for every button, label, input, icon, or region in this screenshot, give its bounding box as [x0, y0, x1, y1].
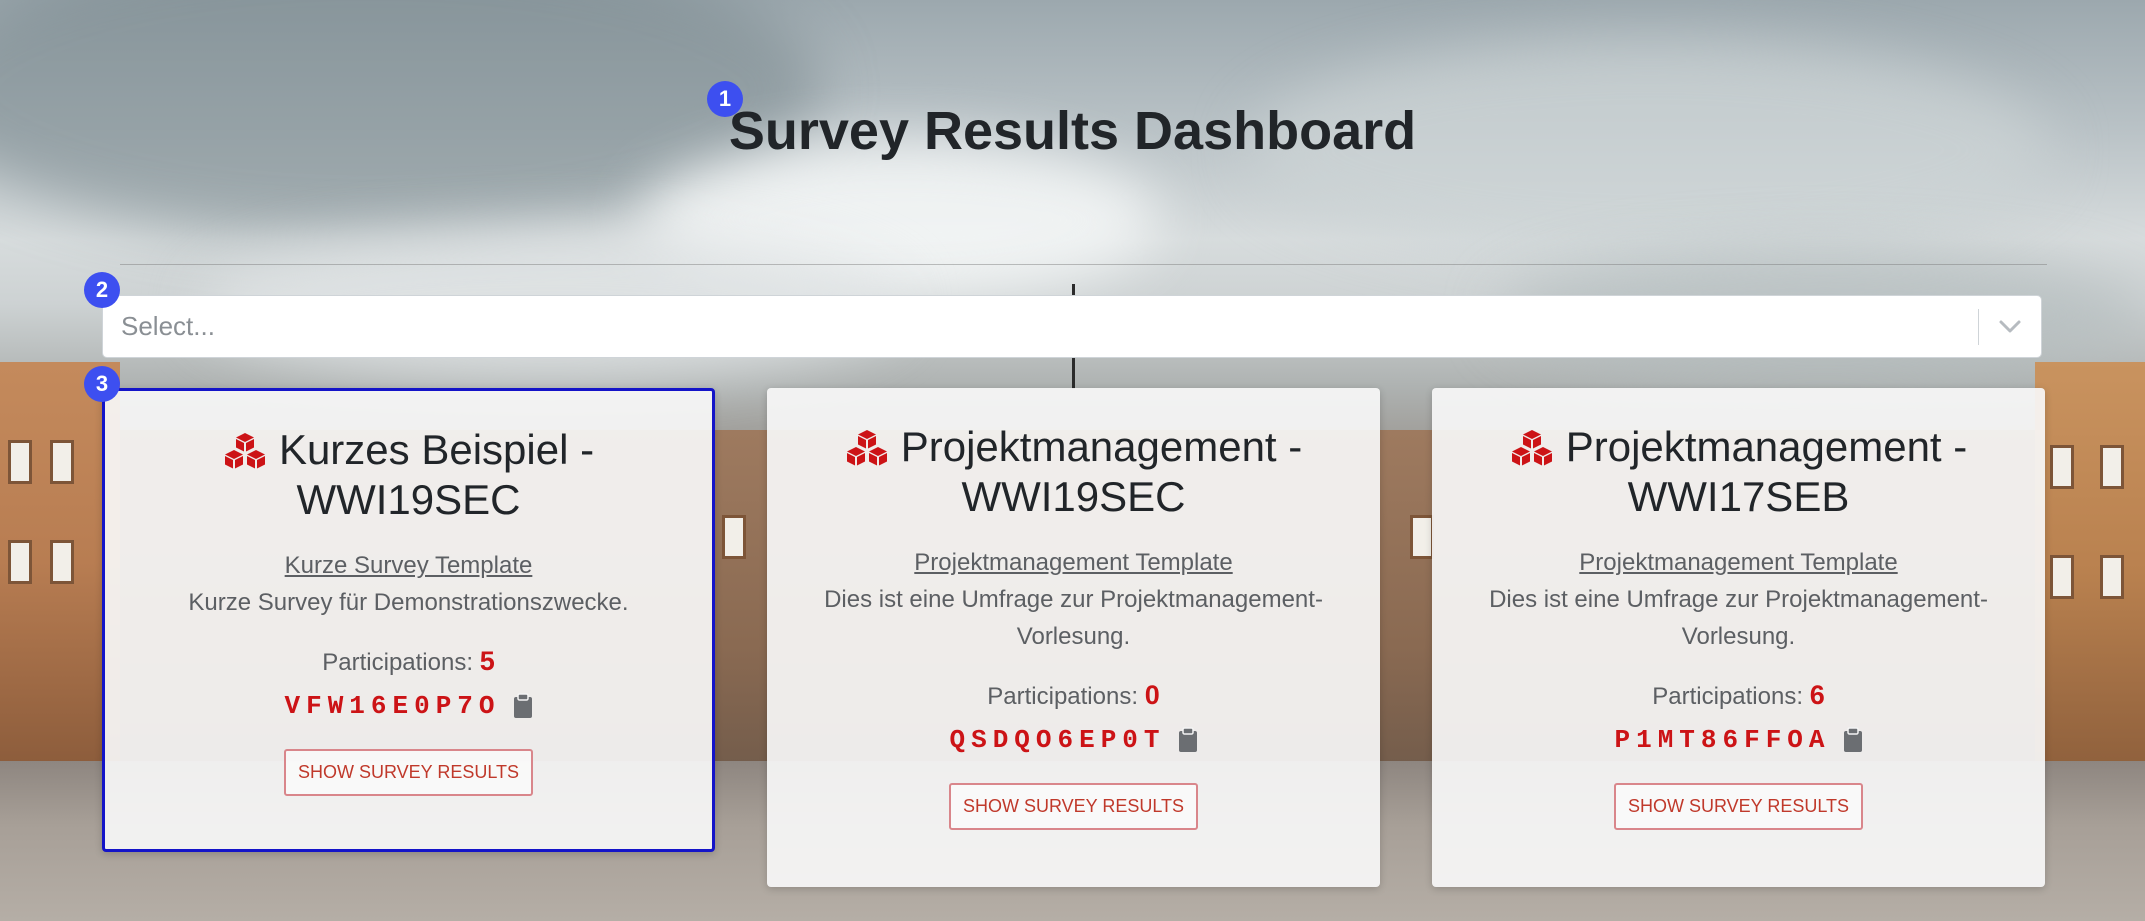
- participations: Participations: 5: [105, 646, 712, 677]
- divider: [120, 264, 2047, 265]
- card-title: Kurzes Beispiel - WWI19SEC: [125, 425, 692, 525]
- show-survey-results-button[interactable]: SHOW SURVEY RESULTS: [948, 783, 1199, 830]
- card-title-text: Kurzes Beispiel - WWI19SEC: [278, 426, 595, 523]
- survey-card[interactable]: Projektmanagement - WWI17SEB Projektmana…: [1432, 388, 2045, 887]
- template-link[interactable]: Projektmanagement Template: [1579, 549, 1897, 577]
- survey-code: P1MT86FFOA: [1614, 725, 1831, 755]
- survey-code: VFW16E0P7O: [284, 691, 501, 721]
- card-description: Kurze Survey für Demonstrationszwecke.: [188, 589, 629, 616]
- participations-label: Participations:: [987, 683, 1139, 710]
- survey-code-row: P1MT86FFOA: [1432, 725, 2045, 755]
- participations-label: Participations:: [322, 649, 474, 676]
- card-title: Projektmanagement - WWI17SEB: [1452, 422, 2025, 522]
- card-title: Projektmanagement - WWI19SEC: [787, 422, 1360, 522]
- participations-label: Participations:: [1652, 683, 1804, 710]
- clipboard-icon[interactable]: [1178, 727, 1198, 753]
- annotation-badge-2: 2: [84, 272, 120, 308]
- survey-code: QSDQO6EP0T: [949, 725, 1166, 755]
- survey-code-row: QSDQO6EP0T: [767, 725, 1380, 755]
- survey-select[interactable]: Select...: [102, 295, 2042, 358]
- card-title-text: Projektmanagement - WWI19SEC: [900, 423, 1303, 520]
- card-description: Dies ist eine Umfrage zur Projektmanagem…: [1489, 586, 1988, 650]
- card-description: Dies ist eine Umfrage zur Projektmanagem…: [824, 586, 1323, 650]
- card-title-text: Projektmanagement - WWI17SEB: [1565, 423, 1968, 520]
- template-link[interactable]: Projektmanagement Template: [914, 549, 1232, 577]
- participations-count: 5: [479, 646, 495, 676]
- survey-card[interactable]: Projektmanagement - WWI19SEC Projektmana…: [767, 388, 1380, 887]
- survey-code-row: VFW16E0P7O: [105, 691, 712, 721]
- cubes-icon: [1511, 430, 1552, 466]
- survey-card[interactable]: Kurzes Beispiel - WWI19SEC Kurze Survey …: [102, 388, 715, 852]
- select-placeholder: Select...: [121, 311, 215, 341]
- participations: Participations: 0: [767, 680, 1380, 711]
- clipboard-icon[interactable]: [1843, 727, 1863, 753]
- chevron-down-icon[interactable]: [1979, 296, 2041, 357]
- annotation-badge-1: 1: [707, 81, 743, 117]
- participations-count: 6: [1809, 680, 1825, 710]
- show-survey-results-button[interactable]: SHOW SURVEY RESULTS: [283, 749, 534, 796]
- participations: Participations: 6: [1432, 680, 2045, 711]
- clipboard-icon[interactable]: [513, 693, 533, 719]
- annotation-badge-3: 3: [84, 366, 120, 402]
- cubes-icon: [846, 430, 887, 466]
- template-link[interactable]: Kurze Survey Template: [285, 552, 533, 580]
- show-survey-results-button[interactable]: SHOW SURVEY RESULTS: [1613, 783, 1864, 830]
- page-title: Survey Results Dashboard: [728, 101, 1417, 161]
- participations-count: 0: [1144, 680, 1160, 710]
- cubes-icon: [224, 433, 265, 469]
